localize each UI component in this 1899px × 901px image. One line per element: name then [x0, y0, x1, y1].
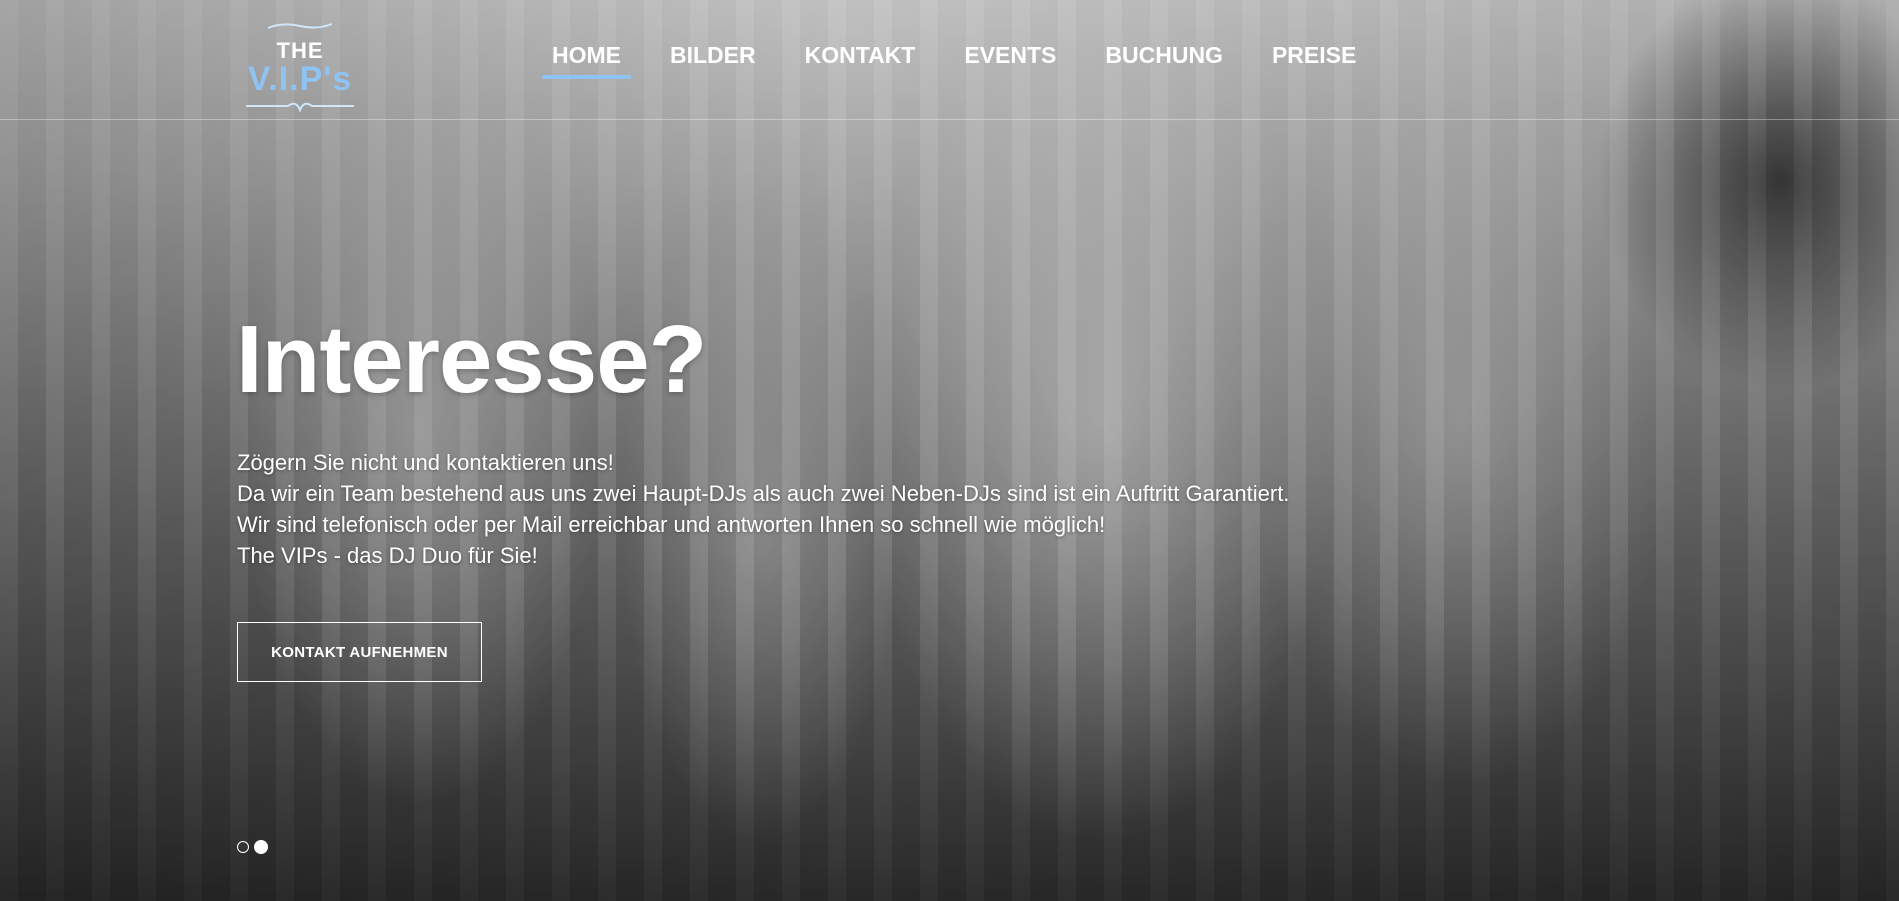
logo-top-wave-icon: [267, 23, 333, 29]
hero-headline: Interesse?: [236, 306, 707, 413]
slider-pagination: [237, 840, 268, 854]
slider-dot-2[interactable]: [254, 840, 268, 854]
main-nav: HOME BILDER KONTAKT EVENTS BUCHUNG PREIS…: [542, 38, 1395, 79]
nav-item-home[interactable]: HOME: [542, 38, 631, 79]
hero-text-line: Da wir ein Team bestehend aus uns zwei H…: [237, 481, 1290, 506]
hero-text-line: The VIPs - das DJ Duo für Sie!: [237, 543, 538, 568]
hero-section: THE V.I.P's HOME BILDER KONTAKT EVENTS B…: [0, 0, 1899, 901]
nav-item-preise[interactable]: PREISE: [1262, 38, 1366, 79]
site-header: THE V.I.P's HOME BILDER KONTAKT EVENTS B…: [0, 0, 1899, 120]
nav-item-events[interactable]: EVENTS: [954, 38, 1066, 79]
logo-bottom-wave-icon: [246, 102, 354, 112]
contact-cta-button[interactable]: KONTAKT AUFNEHMEN: [237, 622, 482, 682]
nav-item-buchung[interactable]: BUCHUNG: [1095, 38, 1233, 79]
site-logo[interactable]: THE V.I.P's: [238, 20, 362, 112]
slider-dot-1[interactable]: [237, 841, 249, 853]
hero-text: Zögern Sie nicht und kontaktieren uns! D…: [237, 447, 1289, 571]
nav-item-kontakt[interactable]: KONTAKT: [795, 38, 926, 79]
hero-text-line: Wir sind telefonisch oder per Mail errei…: [237, 512, 1106, 537]
nav-item-bilder[interactable]: BILDER: [660, 38, 766, 79]
logo-text-vips: V.I.P's: [247, 60, 353, 98]
hero-text-line: Zögern Sie nicht und kontaktieren uns!: [237, 450, 614, 475]
